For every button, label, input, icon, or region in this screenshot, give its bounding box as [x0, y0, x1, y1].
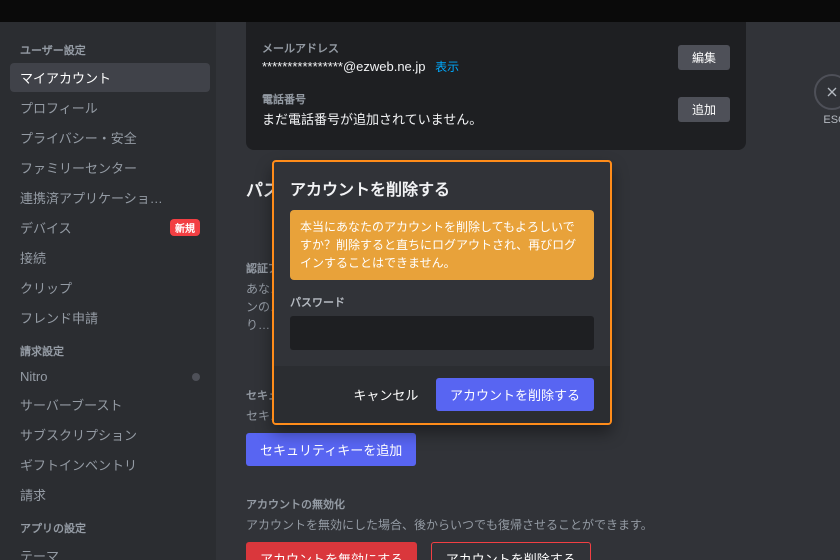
category-app-settings: アプリの設定 — [10, 510, 210, 540]
settings-sidebar: ユーザー設定 マイアカウント プロフィール プライバシー・安全 ファミリーセンタ… — [0, 22, 216, 560]
sidebar-item-privacy[interactable]: プライバシー・安全 — [10, 123, 210, 152]
category-billing: 請求設定 — [10, 333, 210, 363]
sidebar-item-server-boost[interactable]: サーバーブースト — [10, 390, 210, 419]
sidebar-item-nitro[interactable]: Nitro — [10, 364, 210, 389]
delete-account-modal: アカウントを削除する 本当にあなたのアカウントを削除してもよろしいですか？削除す… — [272, 160, 612, 425]
disable-account-button[interactable]: アカウントを無効にする — [246, 542, 417, 560]
email-value: ****************@ezweb.ne.jp — [262, 59, 426, 74]
add-phone-button[interactable]: 追加 — [678, 97, 730, 122]
sidebar-item-gift-inventory[interactable]: ギフトインベントリ — [10, 450, 210, 479]
modal-password-input[interactable] — [290, 316, 594, 350]
phone-value: まだ電話番号が追加されていません。 — [262, 112, 482, 127]
modal-cancel-button[interactable]: キャンセル — [353, 385, 418, 404]
email-label: メールアドレス — [262, 40, 459, 56]
modal-password-label: パスワード — [274, 280, 610, 316]
account-removal-label: アカウントの無効化 — [246, 496, 746, 512]
window-titlebar — [0, 0, 840, 22]
sidebar-item-connections[interactable]: 接続 — [10, 243, 210, 272]
sidebar-item-profile[interactable]: プロフィール — [10, 93, 210, 122]
modal-title: アカウントを削除する — [274, 162, 610, 210]
esc-label: ESC — [823, 114, 840, 126]
account-removal-desc: アカウントを無効にした場合、後からいつでも復帰させることができます。 — [246, 516, 746, 534]
sidebar-item-clips[interactable]: クリップ — [10, 273, 210, 302]
add-security-key-button[interactable]: セキュリティキーを追加 — [246, 433, 416, 466]
nitro-indicator-icon — [192, 373, 200, 381]
delete-account-button[interactable]: アカウントを削除する — [431, 542, 591, 560]
sidebar-item-authorized-apps[interactable]: 連携済アプリケーショ… — [10, 183, 210, 212]
modal-warning: 本当にあなたのアカウントを削除してもよろしいですか？削除すると直ちにログアウトさ… — [290, 210, 594, 280]
sidebar-item-subscriptions[interactable]: サブスクリプション — [10, 420, 210, 449]
account-info-card: メールアドレス ****************@ezweb.ne.jp 表示 … — [246, 22, 746, 150]
close-settings-button[interactable] — [814, 74, 840, 110]
phone-label: 電話番号 — [262, 91, 482, 107]
sidebar-item-friend-requests[interactable]: フレンド申請 — [10, 303, 210, 332]
sidebar-item-devices[interactable]: デバイス新規 — [10, 213, 210, 242]
category-user-settings: ユーザー設定 — [10, 32, 210, 62]
sidebar-item-appearance[interactable]: テーマ — [10, 541, 210, 560]
modal-confirm-delete-button[interactable]: アカウントを削除する — [436, 378, 594, 411]
sidebar-item-billing[interactable]: 請求 — [10, 480, 210, 509]
reveal-email-button[interactable]: 表示 — [435, 60, 459, 74]
close-icon — [824, 84, 840, 100]
edit-email-button[interactable]: 編集 — [678, 45, 730, 70]
sidebar-item-family-center[interactable]: ファミリーセンター — [10, 153, 210, 182]
sidebar-item-my-account[interactable]: マイアカウント — [10, 63, 210, 92]
new-badge: 新規 — [170, 219, 200, 236]
